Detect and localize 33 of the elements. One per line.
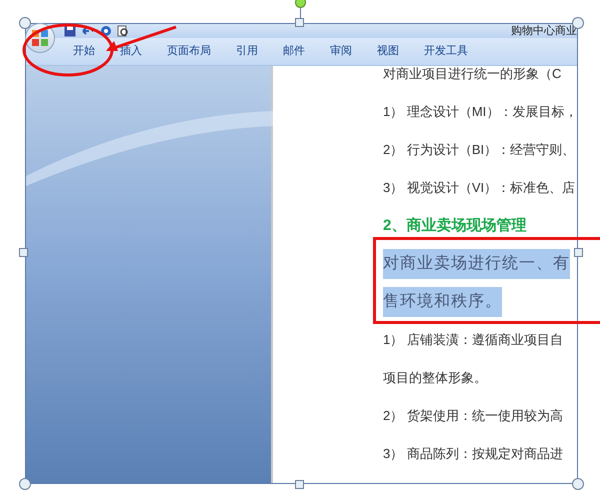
section-heading: 2、商业卖场现场管理	[383, 216, 526, 236]
ribbon-tab[interactable]: 邮件	[283, 43, 305, 60]
selected-text: 对商业卖场进行统一、有	[383, 249, 570, 279]
ribbon-tab[interactable]: 页面布局	[167, 43, 211, 60]
undo-icon[interactable]	[81, 26, 95, 36]
resize-handle[interactable]	[19, 17, 31, 29]
window-title: 购物中心商业	[511, 24, 577, 39]
ribbon-tab[interactable]: 插入	[120, 43, 142, 60]
resize-handle[interactable]	[295, 480, 304, 489]
ribbon-tab[interactable]: 审阅	[330, 43, 352, 60]
resize-handle[interactable]	[295, 18, 304, 27]
resize-handle[interactable]	[574, 248, 583, 257]
body-text: 项目的整体形象。	[383, 369, 487, 388]
body-text: 对商业项目进行统一的形象（C	[383, 66, 562, 84]
body-text: 3） 商品陈列：按规定对商品进	[383, 445, 563, 464]
ribbon-tab[interactable]: 引用	[236, 43, 258, 60]
print-preview-icon[interactable]	[117, 25, 129, 37]
rotate-handle[interactable]	[295, 0, 306, 8]
ribbon-tab[interactable]: 视图	[377, 43, 399, 60]
ribbon-tab[interactable]: 开发工具	[424, 43, 468, 60]
save-icon[interactable]	[64, 25, 76, 37]
resize-handle[interactable]	[572, 478, 584, 490]
body-text: 2） 货架使用：统一使用较为高	[383, 407, 563, 426]
body-text: 2） 行为设计（BI）：经营守则、	[383, 141, 576, 160]
redo-icon[interactable]	[100, 25, 112, 37]
ribbon-tab[interactable]: 开始	[73, 43, 95, 60]
selected-text: 售环境和秩序。	[383, 287, 502, 317]
resize-handle[interactable]	[19, 478, 31, 490]
body-text: 1） 店铺装潢：遵循商业项目自	[383, 331, 563, 350]
body-text: 3） 视觉设计（VI）：标准色、店	[383, 179, 576, 198]
resize-handle[interactable]	[19, 248, 28, 257]
body-text: 1） 理念设计（MI）：发展目标，	[383, 103, 577, 122]
office-logo-icon	[32, 30, 48, 46]
